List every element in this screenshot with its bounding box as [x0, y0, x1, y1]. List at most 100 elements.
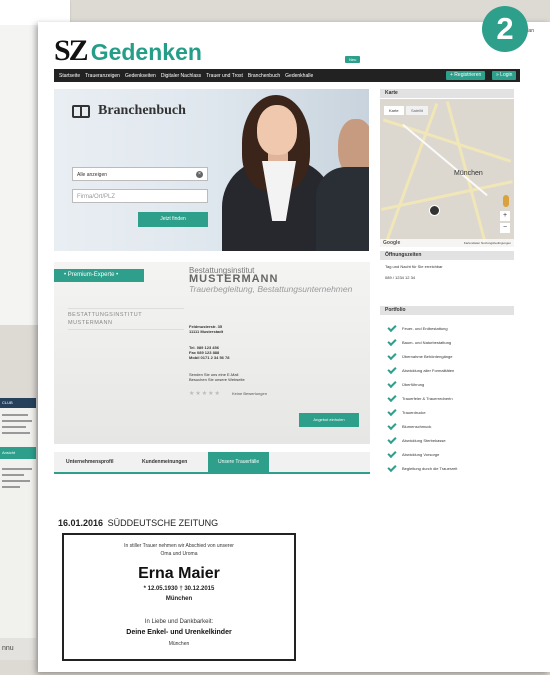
business-links: Senden Sie uns eine E-Mail Besuchen Sie …	[189, 372, 245, 382]
check-icon	[387, 322, 397, 333]
list-item: Trauerfeier & Trauerrednerin	[387, 392, 453, 403]
book-icon	[72, 104, 90, 118]
contact-mobile: Mobil 0171 2 34 56 78	[189, 355, 230, 360]
map-widget[interactable]: Karte Satellit München + − Kartendaten N…	[380, 99, 514, 247]
portfolio-list: Feuer- und Erdbestattung Baum- und Natur…	[380, 316, 514, 486]
hours-header: Öffnungszeiten	[380, 251, 514, 260]
background-page-left	[0, 25, 41, 325]
rating-stars[interactable]: ★★★★★	[189, 390, 221, 397]
no-reviews-label: Keine Bewertungen	[232, 391, 267, 396]
nav-item-branchenbuch[interactable]: Branchenbuch	[248, 73, 280, 79]
list-item-label: Trauerfeier & Trauerrednerin	[402, 396, 453, 401]
profile-tabs: Unternehmensprofil Kundenmeinungen Unser…	[54, 452, 370, 474]
nav-item-digitaler-nachlass[interactable]: Digitaler Nachlass	[161, 73, 201, 79]
bg-text-line	[2, 414, 28, 416]
business-name-line2: MUSTERMANN	[189, 273, 279, 285]
register-button[interactable]: + Registrieren	[446, 71, 486, 80]
obituary-intro-2: Oma und Uroma	[160, 551, 198, 557]
obituary-gratitude: In Liebe und Dankbarkeit:	[144, 619, 214, 625]
list-item-label: Begleitung durch die Trauerzeit	[402, 466, 458, 471]
bg-footer: nnu	[0, 638, 36, 660]
zoom-out-button[interactable]: −	[500, 223, 510, 233]
map-tab-satellit[interactable]: Satellit	[406, 106, 429, 115]
premium-expert-badge: • Premium-Experte •	[54, 269, 144, 282]
check-icon	[387, 378, 397, 389]
obituary-notice[interactable]: In stiller Trauer nehmen wir Abschied vo…	[62, 533, 296, 661]
list-item: Baum- und Naturbestattung	[387, 336, 452, 347]
list-item: Übernahme Behördengänge	[387, 350, 453, 361]
search-button[interactable]: Jetzt finden	[138, 212, 208, 227]
list-item-label: Abwicklung Sterbekasse	[402, 438, 446, 443]
list-item: Feuer- und Erdbestattung	[387, 322, 448, 333]
logo-sz: SZ	[54, 34, 89, 67]
bg-header: CLUB	[0, 398, 36, 408]
map-header: Karte	[380, 89, 514, 98]
branchenbuch-hero: Branchenbuch Alle anzeigen × Firma/Ort/P…	[54, 89, 369, 251]
hero-photo-woman-face	[257, 105, 297, 155]
step-number-badge: 2	[482, 6, 528, 52]
tab-unternehmensprofil[interactable]: Unternehmensprofil	[66, 452, 114, 472]
check-icon	[387, 406, 397, 417]
bg-teal-bar: Ansicht	[0, 447, 36, 459]
obituary-newspaper: SÜDDEUTSCHE ZEITUNG	[107, 518, 219, 528]
map-tab-karte[interactable]: Karte	[384, 106, 404, 115]
visit-website-link[interactable]: Besuchen Sie unsere Webseite	[189, 377, 245, 382]
login-button[interactable]: » Login	[492, 71, 517, 80]
street-view-icon[interactable]	[503, 195, 509, 207]
map-marker-icon[interactable]	[429, 205, 440, 216]
nav-item-traueranzeigen[interactable]: Traueranzeigen	[85, 73, 120, 79]
clear-icon[interactable]: ×	[196, 171, 203, 178]
site-logo[interactable]: SZ Gedenken	[54, 34, 202, 68]
tab-unsere-trauerfaelle[interactable]: Unsere Trauerfälle	[208, 452, 270, 472]
list-item: Überführung	[387, 378, 425, 389]
list-item-label: Trauerdrucke	[402, 410, 426, 415]
business-logo: BESTATTUNGSINSTITUT MUSTERMANN	[68, 308, 184, 330]
list-item-label: Übernahme Behördengänge	[402, 354, 453, 359]
webpage: sz.de | Plan SZGedenken Neu Startseite T…	[38, 22, 550, 672]
list-item: Abwicklung aller Formalitäten	[387, 364, 454, 375]
nav-item-startseite[interactable]: Startseite	[59, 73, 80, 79]
logo-gedenken: Gedenken	[90, 39, 202, 65]
background-page-left-bottom: CLUB Ansicht nnu	[0, 398, 36, 660]
zoom-in-button[interactable]: +	[500, 211, 510, 221]
nav-item-trauer-und-trost[interactable]: Trauer und Trost	[206, 73, 243, 79]
get-offer-button[interactable]: Angebot einholen	[299, 413, 359, 427]
obituary-place: München	[165, 596, 193, 602]
check-icon	[387, 434, 397, 445]
tab-kundenmeinungen[interactable]: Kundenmeinungen	[142, 452, 187, 472]
nav-item-gedenkhalle[interactable]: Gedenkhalle	[285, 73, 313, 79]
main-navigation: Startseite Traueranzeigen Gedenkseiten D…	[54, 69, 520, 82]
check-icon	[387, 364, 397, 375]
obituary-date: 16.01.2016 SÜDDEUTSCHE ZEITUNG	[58, 518, 218, 528]
obituary-family: Deine Enkel- und Urenkelkinder	[126, 629, 232, 636]
location-input[interactable]: Firma/Ort/PLZ	[72, 189, 208, 203]
google-logo: Google	[383, 240, 401, 246]
list-item-label: Baum- und Naturbestattung	[402, 340, 452, 345]
obituary-family-place: München	[168, 641, 190, 647]
business-address: Feldmusterstr. 35 11111 Musterstadt	[189, 324, 223, 334]
category-select-value: Alle anzeigen	[77, 172, 108, 178]
list-item-label: Blumenschmuck	[402, 424, 432, 429]
deceased-name: Erna Maier	[138, 565, 220, 582]
hours-phone: 089 / 1234 12 34	[385, 275, 416, 280]
business-contact: Tel. 089 123 456 Fax 089 123 888 Mobil 0…	[189, 345, 229, 360]
bg-text-line	[2, 474, 24, 476]
check-icon	[387, 336, 397, 347]
business-name: Bestattungsinstitut MUSTERMANN Trauerbeg…	[189, 266, 367, 294]
bg-text-line	[2, 432, 30, 434]
nav-item-gedenkseiten[interactable]: Gedenkseiten	[125, 73, 156, 79]
list-item-label: Überführung	[402, 382, 425, 387]
check-icon	[387, 448, 397, 459]
bg-text-line	[2, 486, 20, 488]
business-subtitle: Trauerbegleitung, Bestattungsunternehmen	[189, 284, 353, 294]
bg-text-line	[2, 468, 32, 470]
list-item: Abwicklung Vorsorge	[387, 448, 439, 459]
list-item: Trauerdrucke	[387, 406, 426, 417]
list-item: Begleitung durch die Trauerzeit	[387, 462, 458, 473]
bg-text-line	[2, 480, 30, 482]
obituary-date-value: 16.01.2016	[58, 518, 104, 528]
category-select[interactable]: Alle anzeigen ×	[72, 167, 208, 181]
hero-photo-man	[316, 167, 369, 251]
bg-text-line	[2, 420, 32, 422]
hero-title: Branchenbuch	[72, 103, 186, 119]
